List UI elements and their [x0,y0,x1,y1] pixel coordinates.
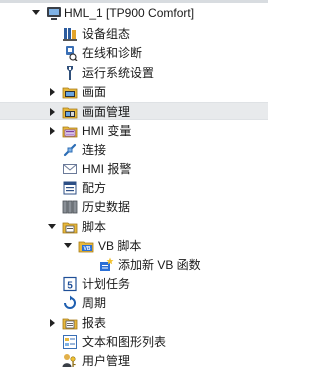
folder-screens-icon [62,84,78,100]
tree-item-label: 脚本 [82,220,107,234]
expand-toggle[interactable] [48,126,56,135]
scheduled-tasks-icon: 5 [62,276,78,292]
connections-icon [62,142,78,158]
tree-item-vb-scripts[interactable]: VB VB 脚本 [0,237,268,255]
vb-folder-icon: VB [78,238,94,254]
collapse-toggle[interactable] [64,241,72,250]
hmi-alarms-icon [62,161,78,177]
tree-item-label: 配方 [82,181,107,195]
top-divider [0,0,268,3]
cycles-icon [62,295,78,311]
tree-item-screen-management[interactable]: 画面管理 [0,102,268,120]
tree-item-hmi-tags[interactable]: HMI 变量 [0,122,268,140]
tree-item-recipes[interactable]: 配方 [0,179,268,197]
historical-data-icon [62,199,78,215]
tree-item-label: VB 脚本 [98,239,142,253]
tree-item-label: 画面 [82,85,107,99]
tree-item-hmi-alarms[interactable]: HMI 报警 [0,160,268,178]
tree-item-user-admin[interactable]: 用户管理 [0,352,268,370]
text-graphic-lists-icon [62,334,78,350]
tree-item-label: 报表 [82,316,107,330]
tree-item-connections[interactable]: 连接 [0,141,268,159]
tree-item-scheduled-tasks[interactable]: 5 计划任务 [0,275,268,293]
tree-item-label: 文本和图形列表 [82,335,167,349]
reports-icon [62,315,78,331]
tree-root-hmi[interactable]: HML_1 [TP900 Comfort] [0,4,268,22]
tree-item-historical-data[interactable]: 历史数据 [0,198,268,216]
tree-item-label: 画面管理 [82,105,131,119]
tree-item-label: 用户管理 [82,354,131,368]
device-config-icon [62,26,78,42]
tree-item-label: HMI 变量 [82,124,132,138]
recipes-icon [62,180,78,196]
screen-management-icon [62,104,78,120]
user-admin-icon [62,353,78,369]
tree-item-scripts[interactable]: 脚本 [0,218,268,236]
tree-item-label: 历史数据 [82,200,131,214]
tree-item-label: 运行系统设置 [82,66,155,80]
tree-item-cycles[interactable]: 周期 [0,294,268,312]
hmi-tags-icon [62,123,78,139]
tree-item-label: HMI 报警 [82,162,132,176]
tree-item-label: 周期 [82,296,107,310]
tree-item-text-graphic-lists[interactable]: 文本和图形列表 [0,333,268,351]
folder-scripts-icon [62,219,78,235]
tree-item-runtime-settings[interactable]: 运行系统设置 [0,64,268,82]
tree-item-label: 连接 [82,143,107,157]
online-diagnostics-icon [62,45,78,61]
svg-text:5: 5 [67,281,73,292]
tree-item-label: 添加新 VB 函数 [118,258,201,272]
collapse-toggle[interactable] [32,8,40,17]
tree-item-screens[interactable]: 画面 [0,83,268,101]
expand-toggle[interactable] [48,107,56,116]
tree-item-online-diagnostics[interactable]: 在线和诊断 [0,44,268,62]
tree-item-reports[interactable]: 报表 [0,314,268,332]
add-vb-function-icon [98,257,114,273]
tree-item-label: 计划任务 [82,277,131,291]
collapse-toggle[interactable] [48,222,56,231]
svg-text:VB: VB [84,246,91,252]
tree-item-label: 在线和诊断 [82,46,143,60]
runtime-settings-icon [62,65,78,81]
expand-toggle[interactable] [48,87,56,96]
tree-root-label: HML_1 [TP900 Comfort] [64,6,195,20]
tree-item-device-config[interactable]: 设备组态 [0,25,268,43]
tree-item-add-vb-function[interactable]: 添加新 VB 函数 [0,256,268,274]
expand-toggle[interactable] [48,318,56,327]
tree-item-label: 设备组态 [82,27,131,41]
hmi-device-icon [46,5,62,21]
